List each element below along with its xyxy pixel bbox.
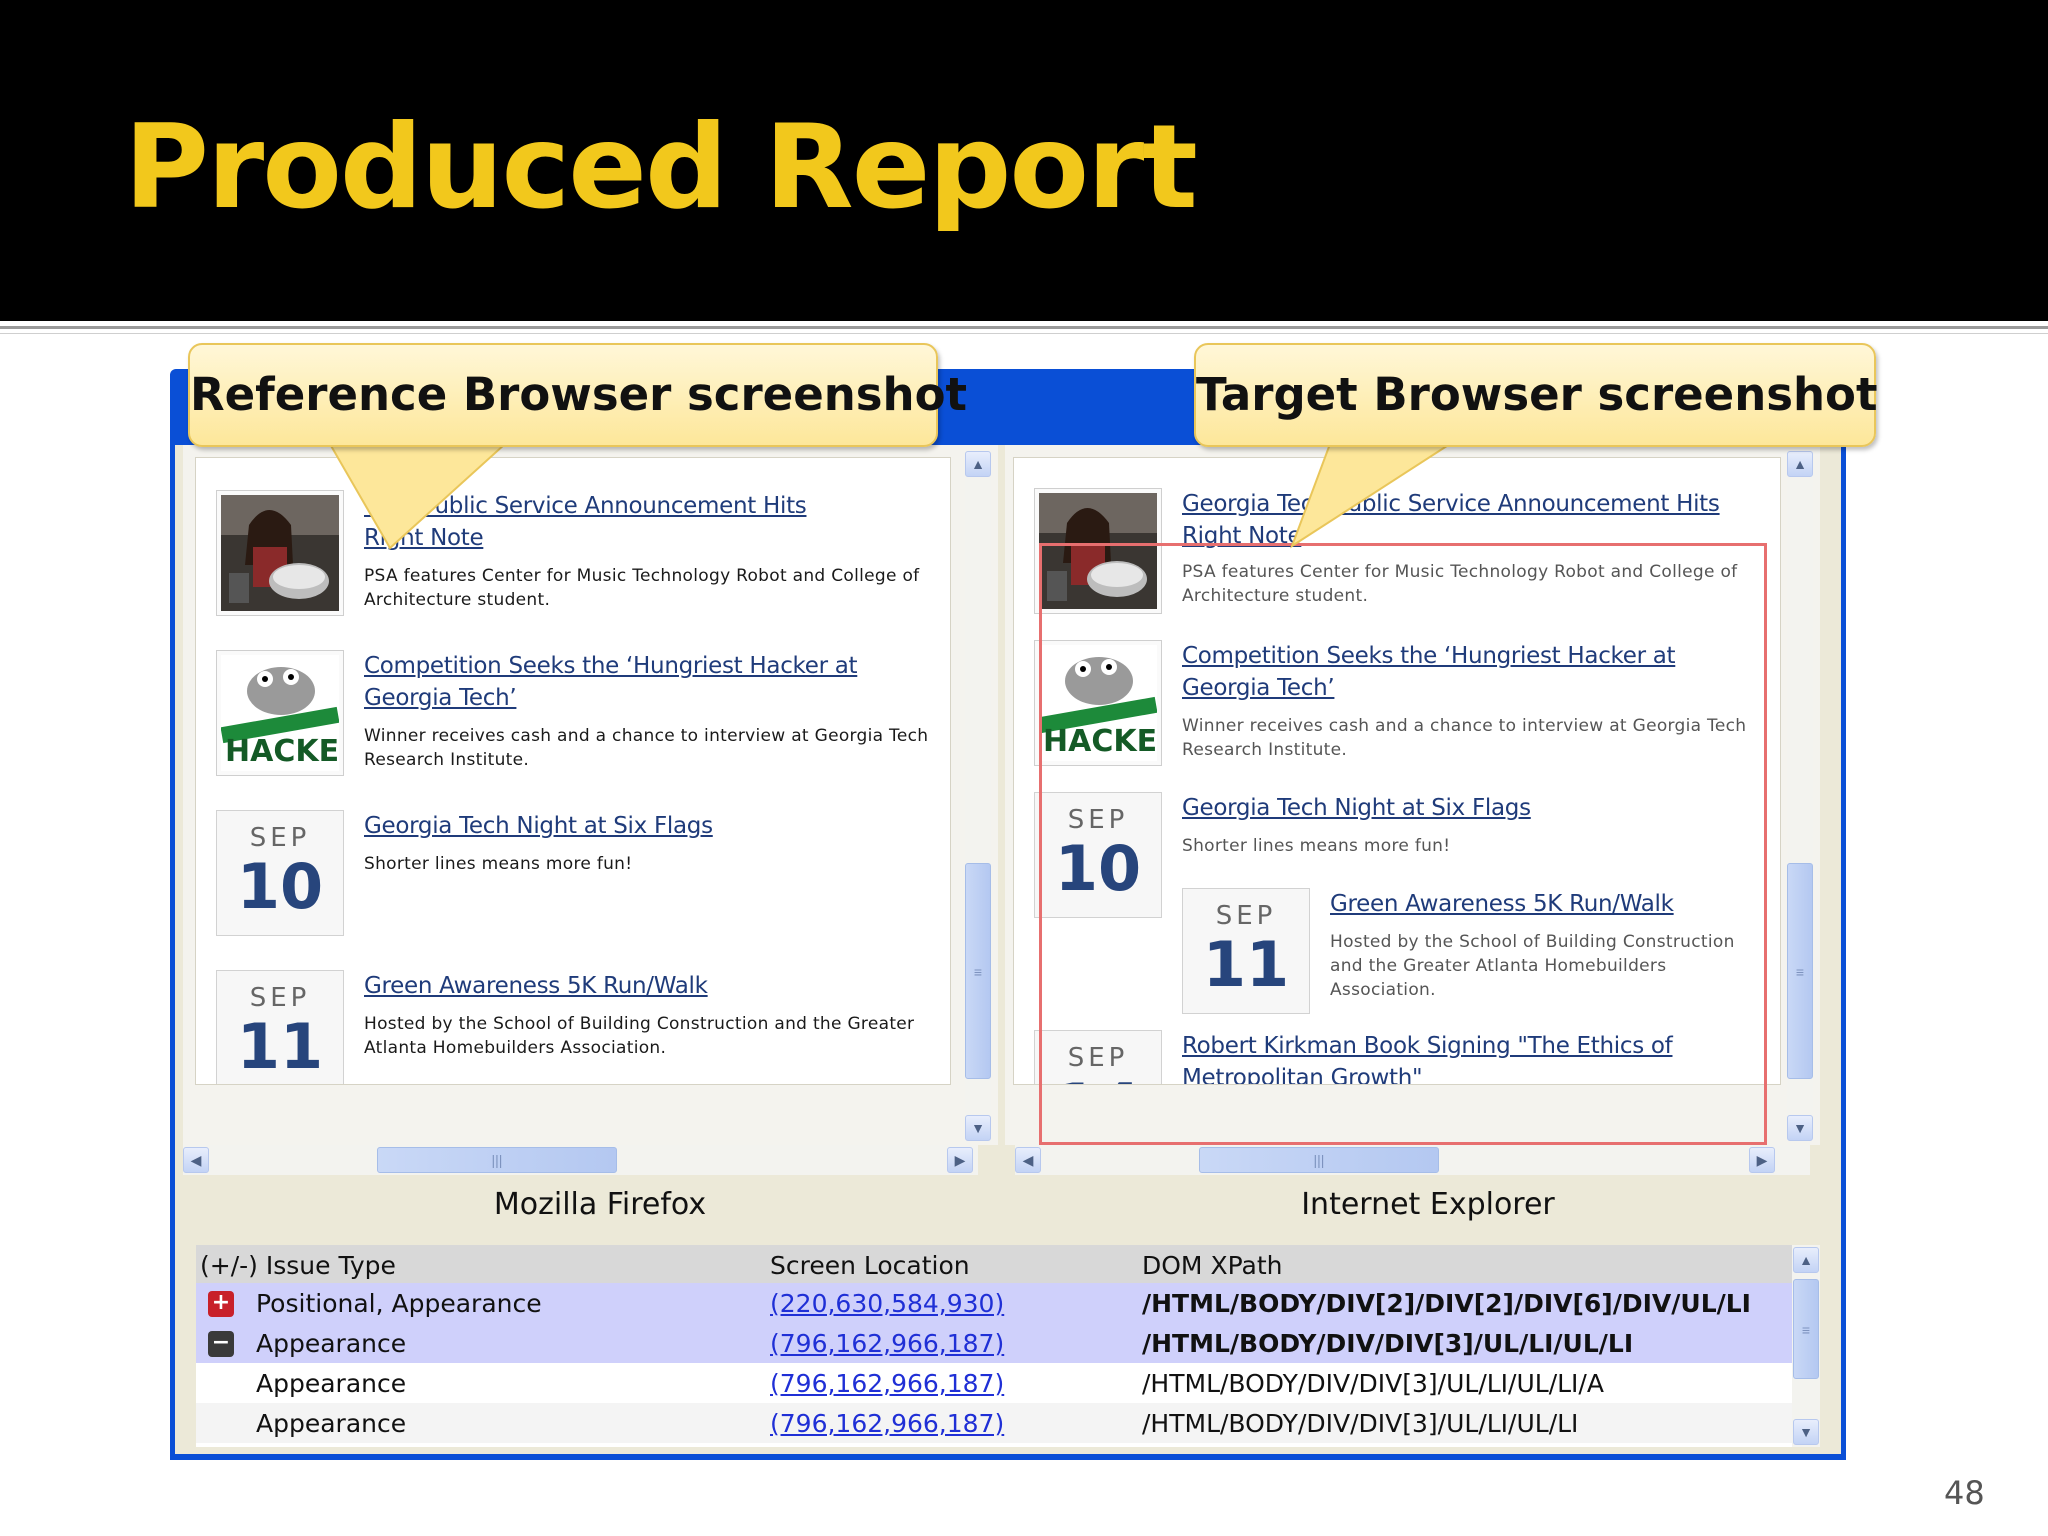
- dom-xpath: /HTML/BODY/DIV/DIV[3]/UL/LI/UL/LI: [1142, 1329, 1634, 1358]
- robot-drummer-photo-icon: [216, 490, 344, 616]
- column-header-dom-xpath[interactable]: DOM XPath: [1142, 1251, 1283, 1280]
- news-body: Georgia Tech Night at Six Flags Shorter …: [364, 810, 930, 876]
- table-row[interactable]: + Positional, Appearance (220,630,584,93…: [196, 1283, 1792, 1323]
- table-row[interactable]: Appearance (796,162,966,187) /HTML/BODY/…: [196, 1403, 1792, 1443]
- scroll-up-button[interactable]: ▲: [1793, 1247, 1819, 1273]
- scroll-down-button[interactable]: ▼: [965, 1115, 991, 1141]
- screen-location-link[interactable]: (796,162,966,187): [770, 1369, 1004, 1398]
- table-header: (+/-) Issue Type Screen Location DOM XPa…: [196, 1245, 1792, 1283]
- news-body: Green Awareness 5K Run/Walk Hosted by th…: [364, 970, 930, 1060]
- scroll-thumb[interactable]: ≡: [1793, 1279, 1819, 1379]
- scroll-left-button[interactable]: ◀: [183, 1147, 209, 1173]
- hungry-hackers-logo-icon: HACKERS: [216, 650, 344, 776]
- scroll-thumb[interactable]: |||: [377, 1147, 617, 1173]
- reference-browser-name: Mozilla Firefox: [493, 1187, 707, 1222]
- reference-page-frame: Tech Public Service Announcement Hits Ri…: [195, 457, 951, 1085]
- date-day: 10: [236, 850, 324, 923]
- list-item: SEP 10 Georgia Tech Night at Six Flags S…: [216, 810, 930, 940]
- news-title-link[interactable]: Georgia Tech Night at Six Flags: [364, 810, 930, 842]
- page-number: 48: [1944, 1474, 1985, 1512]
- reference-news-list: Tech Public Service Announcement Hits Ri…: [196, 458, 950, 1084]
- date-badge: SEP 11: [216, 970, 344, 1084]
- news-title-link[interactable]: Tech Public Service Announcement Hits: [364, 490, 930, 522]
- dom-xpath: /HTML/BODY/DIV[2]/DIV[2]/DIV[6]/DIV/UL/L…: [1142, 1289, 1751, 1318]
- scroll-thumb[interactable]: |||: [1199, 1147, 1439, 1173]
- date-month: SEP: [249, 823, 311, 853]
- scroll-right-button[interactable]: ▶: [947, 1147, 973, 1173]
- svg-text:HACKERS: HACKERS: [225, 734, 339, 769]
- date-badge: SEP 10: [216, 810, 344, 936]
- reference-horizontal-scrollbar[interactable]: ◀ ||| ▶: [183, 1145, 978, 1175]
- list-item: HACKERS Competition Seeks the ‘Hungriest…: [216, 650, 930, 780]
- news-title-link-line2[interactable]: Right Note: [364, 522, 930, 554]
- reference-callout: Reference Browser screenshot: [188, 343, 967, 447]
- target-vertical-scrollbar[interactable]: ▲ ≡ ▼: [1787, 451, 1813, 1141]
- news-title-link[interactable]: Green Awareness 5K Run/Walk: [364, 970, 930, 1002]
- table-row[interactable]: − Appearance (796,162,966,187) /HTML/BOD…: [196, 1323, 1792, 1363]
- scroll-down-button[interactable]: ▼: [1787, 1115, 1813, 1141]
- target-browser-name: Internet Explorer: [1301, 1187, 1555, 1222]
- target-callout: Target Browser screenshot: [1194, 343, 1877, 447]
- column-header-issue-type[interactable]: (+/-) Issue Type: [200, 1251, 396, 1280]
- slide-title: Produced Report: [124, 100, 1198, 235]
- screen-location-link[interactable]: (220,630,584,930): [770, 1289, 1004, 1318]
- scroll-thumb[interactable]: ≡: [965, 863, 991, 1079]
- dom-xpath: /HTML/BODY/DIV/DIV[3]/UL/LI/UL/LI: [1142, 1409, 1579, 1438]
- scroll-up-button[interactable]: ▲: [965, 451, 991, 477]
- table-row[interactable]: Appearance (796,162,966,187) /HTML/BODY/…: [196, 1363, 1792, 1403]
- news-description: Winner receives cash and a chance to int…: [364, 726, 929, 770]
- collapse-icon[interactable]: −: [208, 1331, 234, 1357]
- news-description: PSA features Center for Music Technology…: [364, 566, 920, 610]
- news-title-link[interactable]: Georgia Tech Public Service Announcement…: [1182, 488, 1760, 520]
- news-body: Competition Seeks the ‘Hungriest Hacker …: [364, 650, 930, 772]
- list-item: SEP 11 Green Awareness 5K Run/Walk Hoste…: [216, 970, 930, 1084]
- screen-location-link[interactable]: (796,162,966,187): [770, 1329, 1004, 1358]
- scroll-down-button[interactable]: ▼: [1793, 1419, 1819, 1445]
- scroll-left-button[interactable]: ◀: [1015, 1147, 1041, 1173]
- issue-type: Appearance: [256, 1369, 407, 1398]
- date-day: 11: [236, 1010, 324, 1083]
- reference-browser-pane: Tech Public Service Announcement Hits Ri…: [183, 445, 998, 1145]
- news-body: Tech Public Service Announcement Hits Ri…: [364, 490, 930, 612]
- scroll-thumb[interactable]: ≡: [1787, 863, 1813, 1079]
- expand-icon[interactable]: +: [208, 1291, 234, 1317]
- header-divider: [0, 326, 2048, 329]
- screen-location-link[interactable]: (796,162,966,187): [770, 1409, 1004, 1438]
- issue-type: Positional, Appearance: [256, 1289, 542, 1318]
- news-title-link[interactable]: Competition Seeks the ‘Hungriest Hacker …: [364, 650, 930, 714]
- news-description: Hosted by the School of Building Constru…: [364, 1014, 915, 1058]
- list-item: Tech Public Service Announcement Hits Ri…: [216, 490, 930, 620]
- issue-type: Appearance: [256, 1329, 407, 1358]
- issues-table: (+/-) Issue Type Screen Location DOM XPa…: [196, 1245, 1820, 1447]
- issue-type: Appearance: [256, 1409, 407, 1438]
- reference-vertical-scrollbar[interactable]: ▲ ≡ ▼: [965, 451, 991, 1141]
- column-header-screen-location[interactable]: Screen Location: [770, 1251, 970, 1280]
- header-divider-thin: [0, 333, 2048, 334]
- target-horizontal-scrollbar[interactable]: ◀ ||| ▶: [1015, 1145, 1810, 1175]
- dom-xpath: /HTML/BODY/DIV/DIV[3]/UL/LI/UL/LI/A: [1142, 1369, 1604, 1398]
- difference-highlight-box: [1039, 543, 1767, 1145]
- date-month: SEP: [249, 983, 311, 1013]
- scroll-up-button[interactable]: ▲: [1787, 451, 1813, 477]
- news-description: Shorter lines means more fun!: [364, 854, 633, 874]
- scroll-right-button[interactable]: ▶: [1749, 1147, 1775, 1173]
- table-vertical-scrollbar[interactable]: ▲ ≡ ▼: [1792, 1245, 1820, 1447]
